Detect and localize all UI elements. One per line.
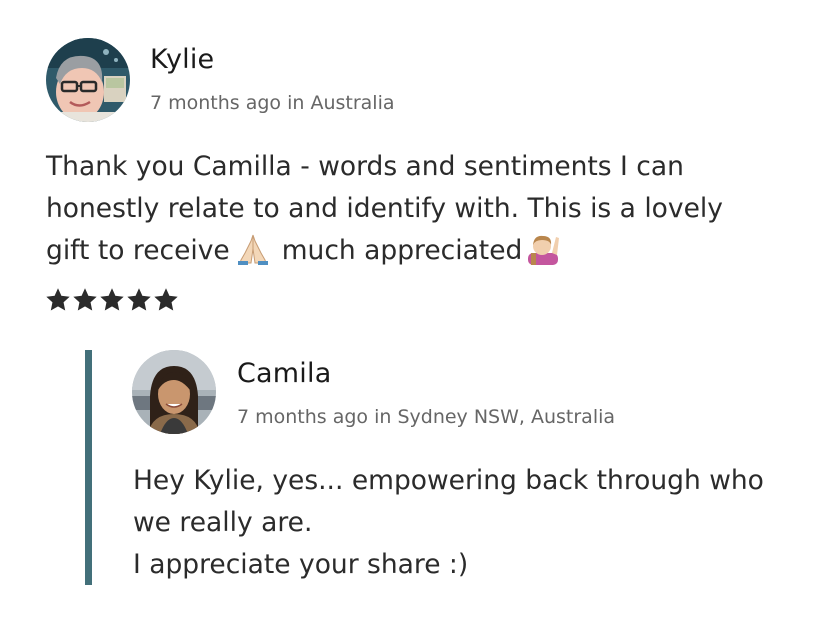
review-text-line: Thank you Camilla - words and sentiments… — [46, 151, 684, 182]
star-icon — [46, 288, 70, 311]
review-card: Kylie 7 months ago in Australia Thank yo… — [0, 0, 828, 619]
reply-text-line: I appreciate your share :) — [133, 549, 469, 580]
star-icon — [127, 288, 151, 311]
review-text: Thank you Camilla - words and sentiments… — [46, 146, 723, 272]
reply-text-line: we really are. — [133, 507, 313, 538]
avatar[interactable] — [132, 350, 216, 434]
folded-hands-icon — [234, 233, 272, 278]
review-meta: 7 months ago in Australia — [150, 92, 395, 114]
reply-author-name[interactable]: Camila — [237, 358, 331, 389]
reply-meta: 7 months ago in Sydney NSW, Australia — [237, 406, 616, 428]
review-text-line: honestly relate to and identify with. Th… — [46, 193, 723, 224]
reply-text-line: Hey Kylie, yes... empowering back throug… — [133, 465, 764, 496]
star-icon — [100, 288, 124, 311]
reply-thread-bar — [85, 350, 92, 585]
review-text-segment: gift to receive — [46, 235, 230, 266]
star-icon — [154, 288, 178, 311]
person-raising-hand-icon — [526, 233, 560, 278]
review-text-line: gift to receive much appreciated — [46, 230, 723, 272]
star-icon — [73, 288, 97, 311]
author-name[interactable]: Kylie — [150, 44, 214, 75]
avatar[interactable] — [46, 38, 130, 122]
star-rating — [46, 288, 178, 312]
reply-text: Hey Kylie, yes... empowering back throug… — [133, 460, 764, 586]
review-text-segment: much appreciated — [281, 235, 523, 266]
